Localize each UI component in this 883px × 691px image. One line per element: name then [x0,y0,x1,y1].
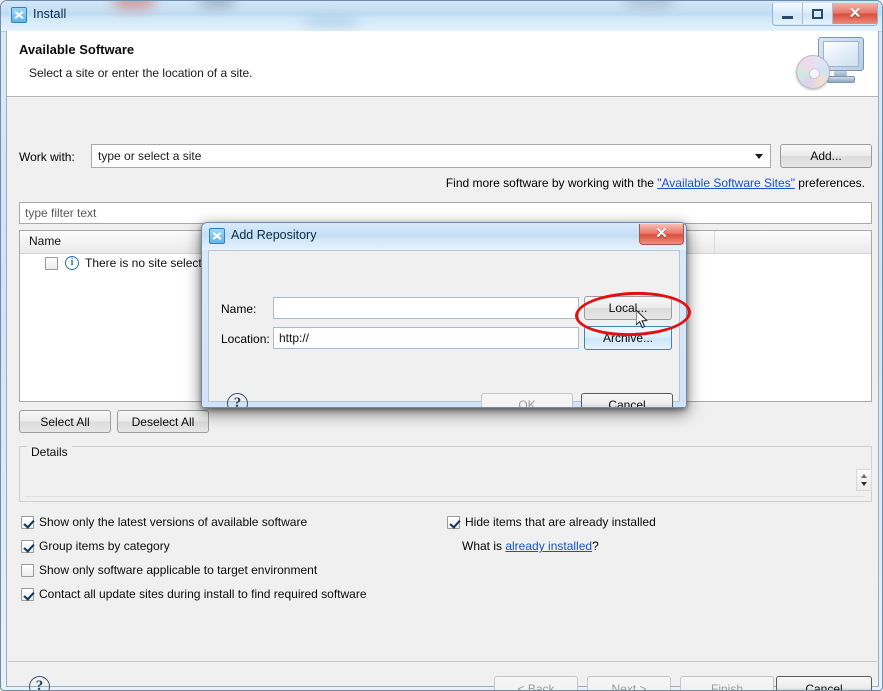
monitor-base [827,76,855,83]
filter-placeholder: type filter text [25,206,97,220]
titlebar-blur-artifact [197,1,237,7]
info-icon: i [65,256,79,270]
checkbox[interactable] [21,564,34,577]
location-field[interactable]: http:// [273,327,579,349]
checkbox[interactable] [21,588,34,601]
available-software-sites-hint: Find more software by working with the "… [446,176,865,190]
window-controls: ✕ [772,3,878,26]
eclipse-icon [209,228,225,244]
row-name-label: There is no site selected [85,256,216,270]
spinner-up-icon[interactable] [861,474,867,478]
titlebar-blur-artifact [111,1,157,9]
maximize-icon [812,8,823,19]
hint-text-before: Find more software by working with the [445,176,658,190]
column-header-name[interactable]: Name [29,234,61,248]
ok-button[interactable]: OK [481,393,573,407]
add-repository-dialog: Add Repository ✕ Name: Local... Location… [201,222,687,408]
dialog-body: Name: Local... Location: http:// Archive… [208,250,680,407]
location-label: Location: [221,332,270,346]
option-label: Show only the latest versions of availab… [39,515,308,529]
footer-separator [8,661,877,662]
archive-button[interactable]: Archive... [584,326,672,350]
chevron-down-icon[interactable] [755,154,763,159]
monitor-screen [823,41,859,67]
checkbox[interactable] [447,516,460,529]
back-button[interactable]: < Back [494,676,578,690]
column-divider[interactable] [714,231,715,253]
option-label: Hide items that are already installed [465,515,656,529]
dialog-titlebar: Add Repository ✕ [202,223,686,250]
close-icon: ✕ [848,5,862,22]
select-all-button[interactable]: Select All [19,410,111,433]
deselect-all-button[interactable]: Deselect All [117,410,209,433]
cd-disc-icon [796,55,830,89]
hint-text-after: preferences. [794,176,865,190]
eclipse-icon [11,7,27,23]
checkbox[interactable] [21,516,34,529]
install-wizard-screenshot: Install ✕ Available Software Select a si… [0,0,883,691]
checkbox[interactable] [21,540,34,553]
close-button[interactable]: ✕ [833,3,877,24]
filter-input[interactable]: type filter text [19,202,872,224]
add-site-button[interactable]: Add... [780,144,872,168]
dialog-title: Add Repository [231,228,317,242]
titlebar-blur-artifact [621,1,677,7]
what-is-text-before: What is [462,539,506,553]
window-titlebar: Install ✕ [1,1,882,32]
wizard-header: Available Software Select a site or ente… [7,31,878,97]
minimize-icon [782,15,793,19]
row-checkbox[interactable] [45,257,58,270]
details-spinner-control[interactable] [856,469,872,491]
page-title: Available Software [19,42,135,57]
spinner-down-icon[interactable] [861,482,867,486]
titlebar-blur-artifact [301,17,361,27]
cancel-button[interactable]: Cancel [776,676,872,690]
dialog-close-button[interactable]: ✕ [639,224,684,245]
work-with-input-placeholder: type or select a site [98,149,202,163]
what-is-text-after: ? [592,539,599,553]
dialog-cancel-button[interactable]: Cancel [581,393,673,407]
help-icon[interactable]: ? [29,676,50,690]
work-with-combo[interactable]: type or select a site [91,144,771,168]
what-is-already-installed: What is already installed? [462,539,599,553]
monitor-cd-icon [794,35,866,93]
already-installed-link[interactable]: already installed [505,539,592,553]
minimize-button[interactable] [773,3,803,24]
maximize-button[interactable] [803,3,833,24]
close-icon: ✕ [655,226,668,242]
details-text-area[interactable] [25,457,865,497]
local-button[interactable]: Local... [584,296,672,320]
page-subtitle: Select a site or enter the location of a… [29,66,253,80]
dialog-help-icon[interactable]: ? [227,393,248,407]
option-label: Contact all update sites during install … [39,587,367,601]
work-with-label: Work with: [19,150,75,164]
option-label: Group items by category [39,539,170,553]
name-field[interactable] [273,297,579,319]
finish-button[interactable]: Finish [680,676,774,690]
next-button[interactable]: Next > [587,676,671,690]
location-field-value: http:// [279,331,310,345]
name-label: Name: [221,302,257,316]
option-label: Show only software applicable to target … [39,563,318,577]
window-title: Install [33,7,67,21]
available-software-sites-link[interactable]: "Available Software Sites" [657,176,795,190]
